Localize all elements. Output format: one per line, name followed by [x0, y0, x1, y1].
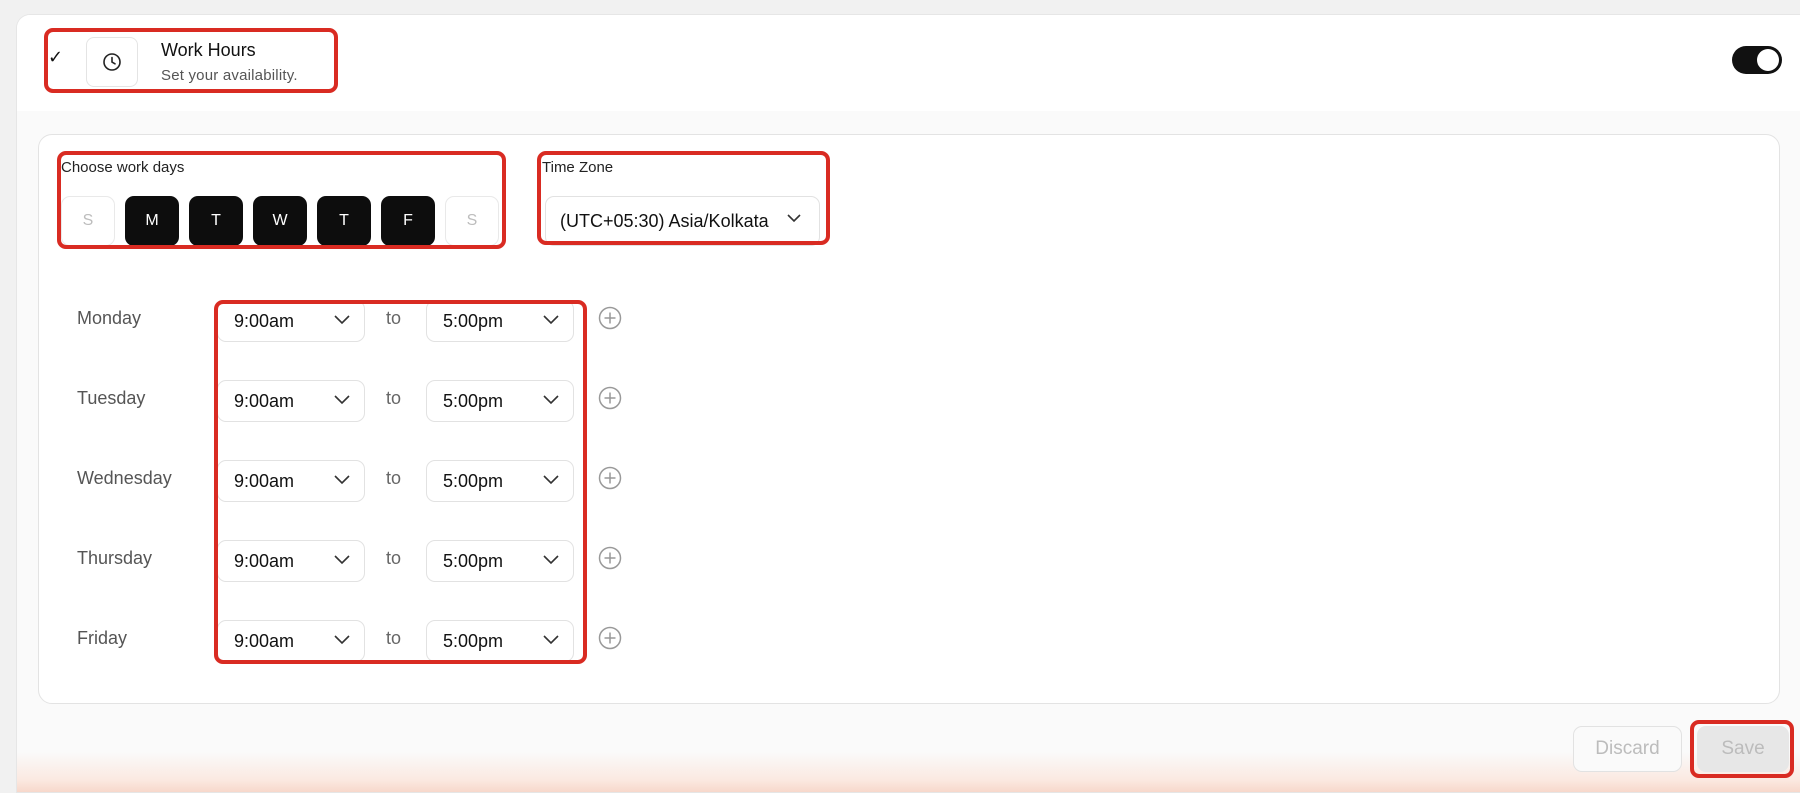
day-letter: M — [145, 212, 159, 229]
start-time-select-wednesday[interactable]: 9:00am — [217, 460, 365, 502]
clock-icon — [103, 53, 121, 71]
section-title: Work Hours — [161, 40, 256, 60]
day-label-thursday: Thursday — [77, 548, 153, 568]
to-label: to — [386, 548, 402, 568]
start-time-select-monday[interactable]: 9:00am — [217, 300, 365, 342]
end-time-select-tuesday[interactable]: 5:00pm — [426, 380, 574, 422]
end-time-value: 5:00pm — [443, 550, 504, 571]
day-label-tuesday: Tuesday — [77, 388, 146, 408]
save-button[interactable]: Save — [1697, 726, 1789, 772]
start-time-select-thursday[interactable]: 9:00am — [217, 540, 365, 582]
chevron-down-icon — [543, 315, 559, 325]
chevron-down-icon — [334, 555, 350, 565]
add-time-slot-icon[interactable] — [598, 546, 622, 570]
start-time-value: 9:00am — [234, 390, 295, 411]
chevron-down-icon — [543, 395, 559, 405]
day-letter: S — [82, 212, 94, 229]
day-toggle-monday[interactable]: M — [125, 196, 179, 246]
chevron-down-icon — [334, 635, 350, 645]
timezone-label: Time Zone — [542, 159, 614, 176]
to-label: to — [386, 308, 402, 328]
clock-icon-tile — [86, 37, 138, 87]
end-time-value: 5:00pm — [443, 630, 504, 651]
day-toggle-thursday[interactable]: T — [317, 196, 371, 246]
add-time-slot-icon[interactable] — [598, 626, 622, 650]
add-time-slot-icon[interactable] — [598, 306, 622, 330]
chevron-down-icon — [334, 315, 350, 325]
end-time-value: 5:00pm — [443, 390, 504, 411]
start-time-select-friday[interactable]: 9:00am — [217, 620, 365, 662]
start-time-select-tuesday[interactable]: 9:00am — [217, 380, 365, 422]
chevron-down-icon — [787, 214, 801, 223]
chevron-down-icon — [334, 395, 350, 405]
timezone-select[interactable]: (UTC+05:30) Asia/Kolkata — [545, 196, 820, 246]
add-time-slot-icon[interactable] — [598, 466, 622, 490]
chevron-down-icon — [543, 555, 559, 565]
end-time-select-thursday[interactable]: 5:00pm — [426, 540, 574, 582]
start-time-value: 9:00am — [234, 310, 295, 331]
to-label: to — [386, 468, 402, 488]
day-toggle-sunday[interactable]: S — [61, 196, 115, 246]
start-time-value: 9:00am — [234, 470, 295, 491]
workdays-label: Choose work days — [61, 159, 185, 176]
to-label: to — [386, 628, 402, 648]
day-letter: T — [339, 212, 349, 229]
chevron-down-icon — [543, 635, 559, 645]
day-label-wednesday: Wednesday — [77, 468, 172, 488]
day-letter: S — [466, 212, 478, 229]
end-time-select-monday[interactable]: 5:00pm — [426, 300, 574, 342]
end-time-value: 5:00pm — [443, 310, 504, 331]
start-time-value: 9:00am — [234, 550, 295, 571]
day-label-monday: Monday — [77, 308, 142, 328]
to-label: to — [386, 388, 402, 408]
work-hours-toggle[interactable] — [1732, 46, 1782, 74]
start-time-value: 9:00am — [234, 630, 295, 651]
card-header — [17, 15, 1800, 111]
end-time-select-wednesday[interactable]: 5:00pm — [426, 460, 574, 502]
day-toggle-wednesday[interactable]: W — [253, 196, 307, 246]
end-time-value: 5:00pm — [443, 470, 504, 491]
day-letter: F — [403, 212, 413, 229]
toggle-knob — [1757, 49, 1779, 71]
day-label-friday: Friday — [77, 628, 128, 648]
day-toggle-tuesday[interactable]: T — [189, 196, 243, 246]
chevron-down-icon — [334, 475, 350, 485]
day-letter: W — [272, 212, 288, 229]
section-subtitle: Set your availability. — [161, 67, 298, 84]
discard-button[interactable]: Discard — [1573, 726, 1682, 772]
add-time-slot-icon[interactable] — [598, 386, 622, 410]
day-toggle-saturday[interactable]: S — [445, 196, 499, 246]
chevron-down-icon — [543, 475, 559, 485]
bottom-glow — [17, 752, 1800, 792]
check-icon: ✓ — [48, 47, 64, 67]
timezone-value: (UTC+05:30) Asia/Kolkata — [560, 210, 769, 231]
day-toggle-friday[interactable]: F — [381, 196, 435, 246]
end-time-select-friday[interactable]: 5:00pm — [426, 620, 574, 662]
day-letter: T — [211, 212, 221, 229]
